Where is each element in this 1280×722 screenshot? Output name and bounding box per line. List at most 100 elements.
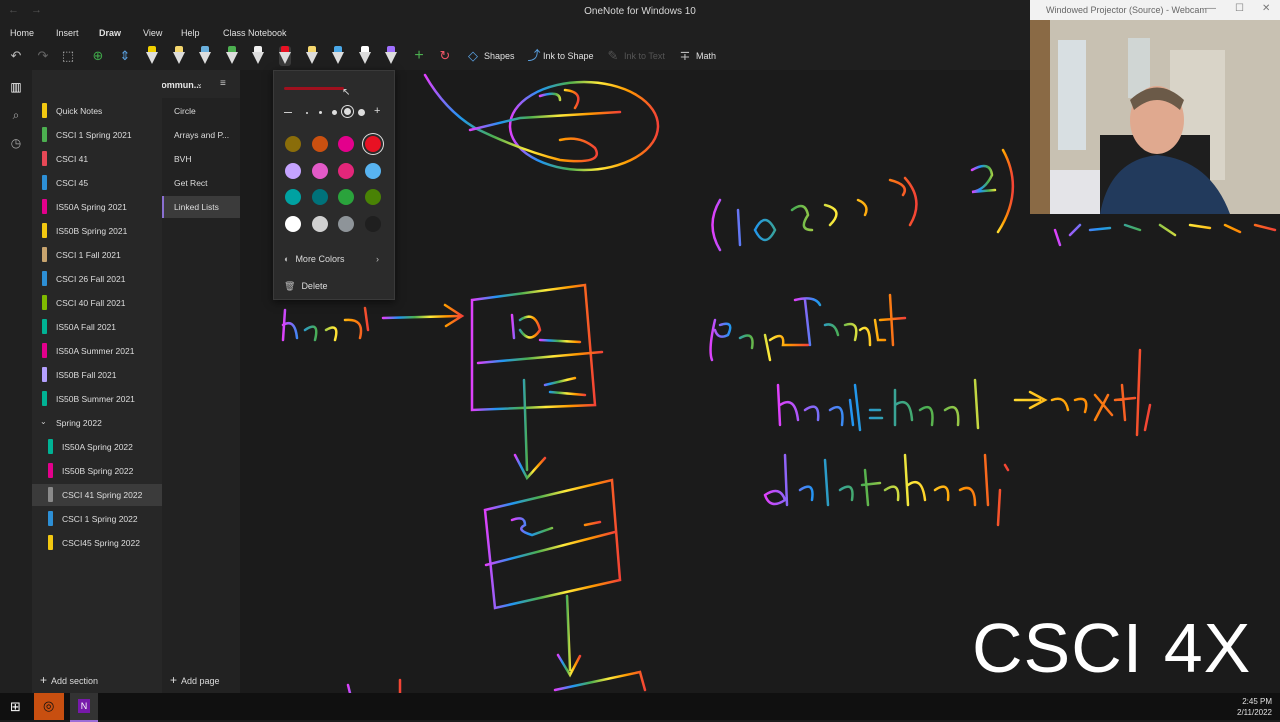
page-item[interactable]: Get Rect bbox=[162, 172, 240, 194]
clock-date[interactable]: 2/11/2022 bbox=[1237, 708, 1272, 717]
page-item[interactable]: Linked Lists bbox=[162, 196, 240, 218]
tab-home[interactable]: Home bbox=[10, 28, 34, 38]
thickness-dot[interactable] bbox=[332, 110, 337, 115]
page-item[interactable]: Arrays and P... bbox=[162, 124, 240, 146]
delete-item[interactable]: 🗑 Delete bbox=[284, 281, 327, 292]
pen-8-icon[interactable] bbox=[332, 46, 344, 66]
page-item[interactable]: Circle bbox=[162, 100, 240, 122]
clock-time[interactable]: 2:45 PM bbox=[1242, 697, 1272, 706]
redo-icon[interactable]: ↷ bbox=[35, 47, 51, 65]
close-icon[interactable]: ✕ bbox=[1262, 3, 1270, 14]
section-item[interactable]: CSCI 1 Spring 2021 bbox=[32, 124, 162, 146]
section-item[interactable]: IS50A Spring 2021 bbox=[32, 196, 162, 218]
tab-class-notebook[interactable]: Class Notebook bbox=[223, 28, 287, 38]
undo-icon[interactable]: ↶ bbox=[8, 47, 24, 65]
shapes-button[interactable]: Shapes bbox=[484, 51, 515, 61]
color-swatch[interactable] bbox=[338, 136, 354, 152]
shapes-icon[interactable]: ◇ bbox=[465, 47, 481, 65]
math-icon[interactable]: ∓ bbox=[677, 47, 693, 65]
color-swatch[interactable] bbox=[338, 215, 354, 232]
color-swatch[interactable] bbox=[285, 189, 301, 205]
section-item[interactable]: IS50A Spring 2022 bbox=[32, 436, 162, 458]
insert-space-icon[interactable]: ⇕ bbox=[117, 47, 133, 65]
section-item[interactable]: CSCI 41 bbox=[32, 148, 162, 170]
chevron-down-icon[interactable]: ⌄ bbox=[196, 79, 203, 88]
mouse-cursor-icon: ↖ bbox=[342, 87, 351, 98]
add-page-button[interactable]: + Add page bbox=[170, 673, 220, 687]
add-space-icon[interactable]: ⊕ bbox=[90, 47, 106, 65]
color-swatch[interactable] bbox=[285, 136, 301, 152]
tab-view[interactable]: View bbox=[143, 28, 162, 38]
search-icon[interactable]: ⌕ bbox=[8, 108, 24, 124]
sort-icon[interactable]: ≡ bbox=[220, 78, 226, 89]
section-item[interactable]: CSCI45 Spring 2022 bbox=[32, 532, 162, 554]
color-swatch[interactable] bbox=[364, 215, 381, 232]
ink-to-shape-icon[interactable]: ⤴ bbox=[526, 47, 542, 65]
color-swatch[interactable] bbox=[364, 189, 381, 205]
section-item[interactable]: IS50A Fall 2021 bbox=[32, 316, 162, 338]
pen-3-icon[interactable] bbox=[199, 46, 211, 66]
thickness-dot[interactable] bbox=[306, 112, 308, 114]
maximize-icon[interactable]: ☐ bbox=[1235, 3, 1244, 14]
section-group-spring-2022[interactable]: ⌄ Spring 2022 bbox=[32, 412, 162, 434]
ink-to-shape-button[interactable]: Ink to Shape bbox=[543, 51, 594, 61]
section-item[interactable]: IS50B Spring 2021 bbox=[32, 220, 162, 242]
section-item[interactable]: CSCI 26 Fall 2021 bbox=[32, 268, 162, 290]
section-item[interactable]: IS50A Summer 2021 bbox=[32, 340, 162, 362]
notebooks-icon[interactable]: ▥ bbox=[8, 80, 24, 96]
pen-4-icon[interactable] bbox=[226, 46, 238, 66]
section-item[interactable]: IS50B Spring 2022 bbox=[32, 460, 162, 482]
color-swatch[interactable] bbox=[311, 136, 328, 152]
windows-start-icon[interactable]: ⊞ bbox=[10, 699, 21, 715]
add-section-button[interactable]: + Add section bbox=[40, 673, 98, 687]
page-item[interactable]: BVH bbox=[162, 148, 240, 170]
onenote-app-icon[interactable]: N bbox=[70, 693, 98, 722]
add-pen-icon[interactable]: + bbox=[411, 47, 427, 65]
tab-help[interactable]: Help bbox=[181, 28, 200, 38]
section-item[interactable]: CSCI 41 Spring 2022 bbox=[32, 484, 162, 506]
section-item[interactable]: CSCI 1 Fall 2021 bbox=[32, 244, 162, 266]
color-swatch[interactable] bbox=[338, 189, 354, 205]
section-item[interactable]: CSCI 1 Spring 2022 bbox=[32, 508, 162, 530]
section-item[interactable]: Quick Notes bbox=[32, 100, 162, 122]
thickness-dot[interactable] bbox=[358, 109, 365, 116]
thickness-decrease-icon[interactable] bbox=[284, 112, 292, 113]
math-button[interactable]: Math bbox=[696, 51, 716, 61]
color-swatch[interactable] bbox=[311, 215, 328, 232]
pen-10-icon[interactable] bbox=[385, 46, 397, 66]
color-swatch[interactable] bbox=[311, 189, 328, 205]
pen-1-icon[interactable] bbox=[146, 46, 158, 66]
thickness-dot[interactable] bbox=[319, 111, 322, 114]
thickness-increase-icon[interactable]: + bbox=[374, 105, 380, 117]
section-item[interactable]: IS50B Summer 2021 bbox=[32, 388, 162, 410]
section-item[interactable]: CSCI 40 Fall 2021 bbox=[32, 292, 162, 314]
chevron-down-icon[interactable]: ⌄ bbox=[40, 417, 47, 426]
section-item[interactable]: IS50B Fall 2021 bbox=[32, 364, 162, 386]
color-swatch[interactable] bbox=[364, 162, 381, 179]
section-label: CSCI 40 Fall 2021 bbox=[56, 298, 126, 308]
pen-7-icon[interactable] bbox=[306, 46, 318, 66]
minimize-icon[interactable]: — bbox=[1206, 3, 1216, 14]
recent-notes-icon[interactable]: ◷ bbox=[8, 136, 24, 152]
pen-9-icon[interactable] bbox=[359, 46, 371, 66]
lasso-select-icon[interactable]: ⬚ bbox=[60, 47, 76, 65]
thickness-dot-selected[interactable] bbox=[344, 108, 351, 115]
thickness-selector[interactable]: + bbox=[284, 105, 384, 118]
color-swatch[interactable] bbox=[338, 162, 354, 179]
course-watermark: CSCI 4X bbox=[972, 609, 1252, 687]
color-swatch[interactable] bbox=[311, 162, 328, 179]
section-group-label: Spring 2022 bbox=[56, 418, 102, 428]
section-item[interactable]: CSCI 45 bbox=[32, 172, 162, 194]
obs-app-icon[interactable]: ◎ bbox=[34, 693, 64, 720]
more-colors-item[interactable]: ◐ More Colors › bbox=[284, 254, 379, 264]
pen-2-icon[interactable] bbox=[173, 46, 185, 66]
tab-insert[interactable]: Insert bbox=[56, 28, 79, 38]
color-swatch[interactable] bbox=[285, 215, 301, 232]
tab-draw[interactable]: Draw bbox=[99, 28, 122, 44]
ink-replay-icon[interactable]: ↻ bbox=[437, 47, 453, 65]
color-swatch[interactable] bbox=[285, 162, 301, 179]
color-swatch[interactable] bbox=[364, 136, 381, 152]
pen-5-icon[interactable] bbox=[252, 46, 264, 66]
section-color-tab bbox=[42, 103, 47, 118]
pen-6-icon[interactable] bbox=[279, 46, 291, 66]
